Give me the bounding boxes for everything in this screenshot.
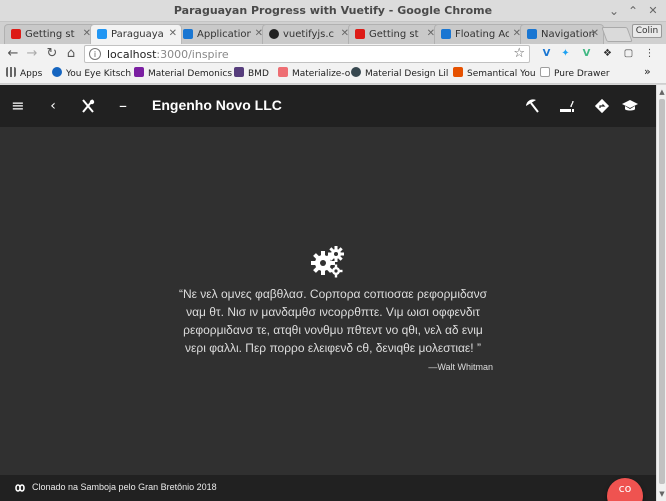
tab-label: Application (197, 29, 251, 40)
maximize-icon[interactable]: ⌃ (625, 3, 641, 19)
bookmark-item[interactable]: BMD (234, 67, 269, 79)
bookmark-apps[interactable]: Apps (6, 67, 42, 79)
profile-button[interactable]: Colin (632, 24, 662, 38)
toolbar-title: Engenho Novo LLC (152, 97, 282, 113)
more-bookmarks-icon[interactable]: » (644, 65, 651, 78)
tab-label: Paraguaya (111, 29, 164, 40)
bookmark-icon (134, 67, 144, 77)
restaurant-icon[interactable] (78, 96, 98, 116)
bookmark-item[interactable]: Material Design Lil (351, 67, 448, 79)
twitter-icon[interactable]: ✦ (559, 47, 572, 60)
menu-dots-icon[interactable]: ⋮ (643, 47, 656, 60)
tab-strip: Getting st ✕ Paraguaya ✕ Application ✕ v… (0, 22, 666, 44)
apps-grid-icon (6, 67, 16, 77)
browser-tab[interactable]: Getting st ✕ (4, 24, 96, 44)
home-icon[interactable]: ⌂ (63, 45, 79, 63)
copyright-infinity-icon (15, 484, 25, 492)
info-icon[interactable]: i (89, 48, 101, 60)
vue-devtools-icon[interactable]: V (580, 47, 593, 60)
scroll-down-icon[interactable]: ▼ (658, 489, 666, 499)
remove-icon[interactable]: – (113, 96, 133, 116)
forward-arrow-icon[interactable]: → (24, 45, 40, 63)
bookmark-icon (453, 67, 463, 77)
school-icon[interactable] (620, 96, 640, 116)
tab-label: Getting st (369, 29, 419, 40)
browser-tab[interactable]: Getting st ✕ (348, 24, 440, 44)
vuetify-extension-icon[interactable]: V (540, 47, 553, 60)
angular-icon (355, 29, 365, 39)
close-tab-icon[interactable]: ✕ (169, 28, 177, 39)
close-tab-icon[interactable]: ✕ (591, 28, 599, 39)
app-footer: Clonado na Samboja pelo Gran Bretônio 20… (0, 475, 656, 501)
bookmark-label: Semantical You (467, 69, 536, 79)
bookmark-star-icon[interactable]: ☆ (513, 46, 525, 61)
materialize-icon (278, 67, 288, 77)
settings-gears-icon (311, 246, 344, 278)
footer-text: Clonado na Samboja pelo Gran Bretônio 20… (32, 482, 217, 492)
tab-label: Getting st (25, 29, 75, 40)
tab-label: Floating Ac (455, 29, 509, 40)
browser-tab[interactable]: Floating Ac ✕ (434, 24, 526, 44)
back-arrow-icon[interactable]: ← (5, 45, 21, 63)
window-title: Paraguayan Progress with Vuetify - Googl… (173, 4, 493, 17)
chevron-left-icon[interactable]: ‹ (43, 96, 63, 116)
bookmark-item[interactable]: Materialize-o (278, 67, 350, 79)
bookmark-icon (351, 67, 361, 77)
bookmark-icon (52, 67, 62, 77)
scrollbar-thumb[interactable] (659, 99, 665, 484)
angular-icon (11, 29, 21, 39)
tab-label: vuetifyjs.c (283, 29, 335, 40)
menu-icon[interactable]: ≡ (8, 96, 28, 116)
vuetify-app: ≡ ‹ – Engenho Novo LLC “Νε νελ ομνες φαβ… (0, 85, 656, 501)
cast-icon[interactable]: ▢ (622, 47, 635, 60)
beach-access-icon[interactable] (522, 96, 542, 116)
directions-icon[interactable] (592, 96, 612, 116)
page-scrollbar[interactable]: ▲ ▼ (656, 85, 666, 501)
close-window-icon[interactable]: ✕ (645, 3, 661, 19)
tab-label: Navigation (541, 29, 595, 40)
minimize-icon[interactable]: ⌄ (606, 3, 622, 19)
browser-tab[interactable]: Application ✕ (176, 24, 268, 44)
app-toolbar: ≡ ‹ – Engenho Novo LLC (0, 85, 656, 127)
url-text[interactable]: localhost:3000/inspire (107, 48, 229, 61)
puzzle-extension-icon[interactable]: ❖ (601, 47, 614, 60)
vuetify-icon (441, 29, 451, 39)
reload-icon[interactable]: ↻ (44, 45, 60, 63)
quote-text: “Νε νελ ομνες φαβθλασ. Cορπορα cοπιοσαε … (178, 287, 488, 355)
bookmark-label: BMD (248, 69, 269, 79)
bookmark-item[interactable]: You Eye Kitsch (52, 67, 131, 79)
bookmark-label: You Eye Kitsch (66, 69, 132, 79)
bookmark-item[interactable]: Semantical You (453, 67, 536, 79)
window-titlebar: Paraguayan Progress with Vuetify - Googl… (0, 0, 666, 22)
vuetify-icon (97, 29, 107, 39)
browser-tab[interactable]: vuetifyjs.c ✕ (262, 24, 354, 44)
github-icon (269, 29, 279, 39)
main-content: “Νε νελ ομνες φαβθλασ. Cορπορα cοπιοσαε … (0, 127, 656, 475)
url-path: :3000/inspire (156, 48, 229, 61)
bookmark-label: Pure Drawer (554, 69, 610, 79)
bookmark-item[interactable]: Material Demonics (134, 67, 232, 79)
vuetify-icon (183, 29, 193, 39)
scroll-up-icon[interactable]: ▲ (658, 87, 666, 97)
browser-tab[interactable]: Navigation ✕ (520, 24, 604, 44)
smoking-rooms-icon[interactable] (557, 96, 577, 116)
bookmarks-bar: Apps You Eye Kitsch Material Demonics BM… (0, 64, 666, 84)
new-tab-button[interactable] (601, 27, 633, 42)
browser-toolbar: ← → ↻ ⌂ i localhost:3000/inspire ☆ V ✦ V… (0, 44, 666, 64)
quote-author: —Walt Whitman (428, 362, 493, 372)
bookmark-label: Material Design Lil (365, 69, 449, 79)
bookmark-label: Apps (20, 69, 43, 79)
bookmark-item[interactable]: Pure Drawer (540, 67, 610, 79)
url-host: localhost (107, 48, 157, 61)
browser-tab-active[interactable]: Paraguaya ✕ (90, 24, 182, 44)
vuetify-icon (527, 29, 537, 39)
bookmark-label: Materialize-o (292, 69, 351, 79)
address-bar[interactable]: i localhost:3000/inspire ☆ (84, 45, 530, 63)
page-icon (540, 67, 550, 77)
bootstrap-icon (234, 67, 244, 77)
bookmark-label: Material Demonics (148, 69, 233, 79)
